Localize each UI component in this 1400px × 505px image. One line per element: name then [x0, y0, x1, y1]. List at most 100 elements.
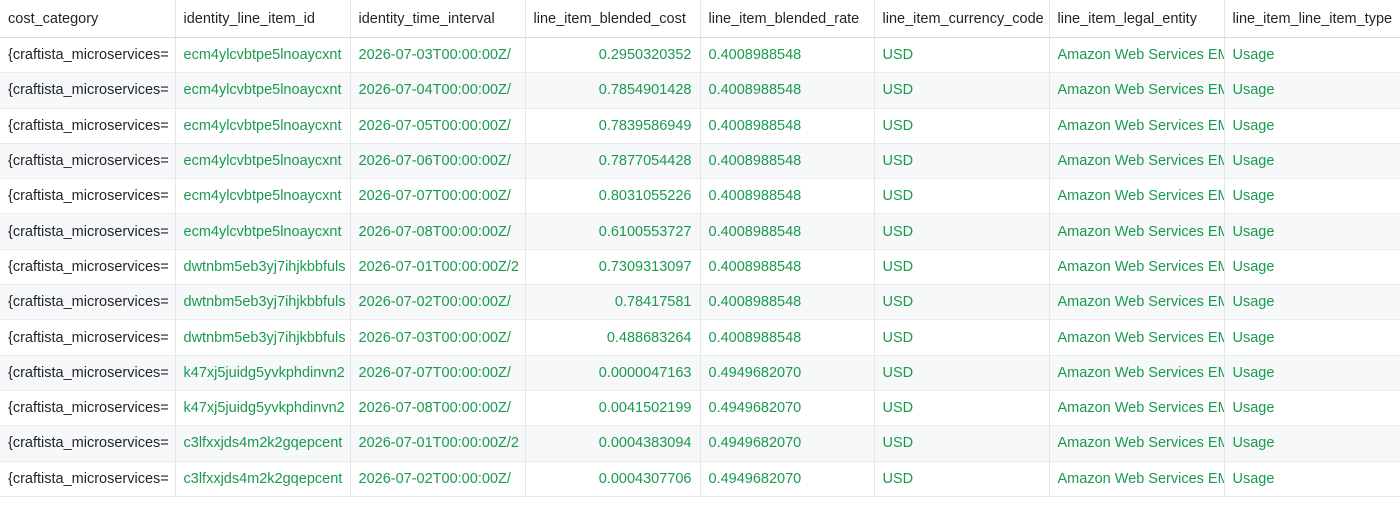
cell-legal-entity[interactable]: Amazon Web Services EM	[1049, 390, 1225, 427]
cell-line-item-type[interactable]: Usage	[1224, 213, 1400, 250]
cell-legal-entity[interactable]: Amazon Web Services EM	[1049, 461, 1225, 497]
cell-cost-category[interactable]: {craftista_microservices=	[0, 249, 176, 286]
table-row[interactable]: {craftista_microservices= ecm4ylcvbtpe5ln…	[0, 213, 1400, 250]
cell-time-interval[interactable]: 2026-07-01T00:00:00Z/2	[350, 425, 526, 462]
column-header-line-item-legal-entity[interactable]: line_item_legal_entity	[1049, 0, 1225, 38]
cell-legal-entity[interactable]: Amazon Web Services EM	[1049, 355, 1225, 391]
cell-cost-category[interactable]: {craftista_microservices=	[0, 355, 176, 391]
cell-cost-category[interactable]: {craftista_microservices=	[0, 37, 176, 74]
table-row[interactable]: {craftista_microservices= ecm4ylcvbtpe5ln…	[0, 37, 1400, 74]
column-header-line-item-currency-code[interactable]: line_item_currency_code	[874, 0, 1050, 38]
cell-line-item-id[interactable]: dwtnbm5eb3yj7ihjkbbfuls	[175, 284, 351, 321]
table-row[interactable]: {craftista_microservices= c3lfxxjds4m2k2g…	[0, 461, 1400, 497]
cell-cost-category[interactable]: {craftista_microservices=	[0, 108, 176, 144]
cell-legal-entity[interactable]: Amazon Web Services EM	[1049, 284, 1225, 321]
table-row[interactable]: {craftista_microservices= ecm4ylcvbtpe5ln…	[0, 178, 1400, 215]
table-row[interactable]: {craftista_microservices= ecm4ylcvbtpe5ln…	[0, 108, 1400, 144]
cell-line-item-id[interactable]: ecm4ylcvbtpe5lnoaycxnt	[175, 108, 351, 144]
cell-line-item-type[interactable]: Usage	[1224, 319, 1400, 356]
column-header-cost-category[interactable]: cost_category	[0, 0, 176, 38]
cell-currency-code[interactable]: USD	[874, 178, 1050, 215]
cell-cost-category[interactable]: {craftista_microservices=	[0, 284, 176, 321]
column-header-identity-line-item-id[interactable]: identity_line_item_id	[175, 0, 351, 38]
cell-blended-cost[interactable]: 0.0041502199	[525, 390, 701, 427]
cell-time-interval[interactable]: 2026-07-02T00:00:00Z/	[350, 284, 526, 321]
cell-time-interval[interactable]: 2026-07-07T00:00:00Z/	[350, 178, 526, 215]
cell-currency-code[interactable]: USD	[874, 213, 1050, 250]
cell-blended-cost[interactable]: 0.7839586949	[525, 108, 701, 144]
cell-time-interval[interactable]: 2026-07-04T00:00:00Z/	[350, 72, 526, 109]
cell-blended-cost[interactable]: 0.6100553727	[525, 213, 701, 250]
cell-time-interval[interactable]: 2026-07-05T00:00:00Z/	[350, 108, 526, 144]
cell-time-interval[interactable]: 2026-07-08T00:00:00Z/	[350, 390, 526, 427]
cell-blended-cost[interactable]: 0.7854901428	[525, 72, 701, 109]
cell-time-interval[interactable]: 2026-07-06T00:00:00Z/	[350, 143, 526, 180]
table-row[interactable]: {craftista_microservices= dwtnbm5eb3yj7ih…	[0, 249, 1400, 286]
cell-blended-rate[interactable]: 0.4008988548	[700, 249, 875, 286]
cell-line-item-id[interactable]: k47xj5juidg5yvkphdinvn2	[175, 390, 351, 427]
cell-line-item-type[interactable]: Usage	[1224, 461, 1400, 497]
cell-blended-rate[interactable]: 0.4008988548	[700, 319, 875, 356]
table-row[interactable]: {craftista_microservices= k47xj5juidg5yvk…	[0, 390, 1400, 427]
cell-line-item-type[interactable]: Usage	[1224, 284, 1400, 321]
cell-currency-code[interactable]: USD	[874, 108, 1050, 144]
column-header-line-item-blended-rate[interactable]: line_item_blended_rate	[700, 0, 875, 38]
column-header-identity-time-interval[interactable]: identity_time_interval	[350, 0, 526, 38]
cell-legal-entity[interactable]: Amazon Web Services EM	[1049, 72, 1225, 109]
cell-line-item-id[interactable]: c3lfxxjds4m2k2gqepcent	[175, 425, 351, 462]
cell-blended-rate[interactable]: 0.4949682070	[700, 355, 875, 391]
results-grid[interactable]: cost_category identity_line_item_id iden…	[0, 0, 1400, 505]
cell-line-item-type[interactable]: Usage	[1224, 355, 1400, 391]
cell-currency-code[interactable]: USD	[874, 319, 1050, 356]
cell-time-interval[interactable]: 2026-07-02T00:00:00Z/	[350, 461, 526, 497]
cell-blended-rate[interactable]: 0.4008988548	[700, 213, 875, 250]
cell-line-item-type[interactable]: Usage	[1224, 249, 1400, 286]
cell-line-item-type[interactable]: Usage	[1224, 72, 1400, 109]
cell-legal-entity[interactable]: Amazon Web Services EM	[1049, 319, 1225, 356]
cell-line-item-type[interactable]: Usage	[1224, 143, 1400, 180]
cell-line-item-type[interactable]: Usage	[1224, 425, 1400, 462]
cell-line-item-id[interactable]: ecm4ylcvbtpe5lnoaycxnt	[175, 213, 351, 250]
cell-time-interval[interactable]: 2026-07-08T00:00:00Z/	[350, 213, 526, 250]
cell-line-item-id[interactable]: k47xj5juidg5yvkphdinvn2	[175, 355, 351, 391]
cell-legal-entity[interactable]: Amazon Web Services EM	[1049, 178, 1225, 215]
table-row[interactable]: {craftista_microservices= ecm4ylcvbtpe5ln…	[0, 72, 1400, 109]
column-header-line-item-blended-cost[interactable]: line_item_blended_cost	[525, 0, 701, 38]
table-row[interactable]: {craftista_microservices= dwtnbm5eb3yj7ih…	[0, 284, 1400, 321]
cell-line-item-id[interactable]: ecm4ylcvbtpe5lnoaycxnt	[175, 72, 351, 109]
column-header-line-item-line-item-type[interactable]: line_item_line_item_type	[1224, 0, 1400, 38]
cell-blended-cost[interactable]: 0.8031055226	[525, 178, 701, 215]
cell-time-interval[interactable]: 2026-07-03T00:00:00Z/	[350, 319, 526, 356]
cell-blended-cost[interactable]: 0.488683264	[525, 319, 701, 356]
cell-currency-code[interactable]: USD	[874, 249, 1050, 286]
cell-line-item-type[interactable]: Usage	[1224, 390, 1400, 427]
cell-cost-category[interactable]: {craftista_microservices=	[0, 461, 176, 497]
cell-legal-entity[interactable]: Amazon Web Services EM	[1049, 425, 1225, 462]
cell-line-item-type[interactable]: Usage	[1224, 37, 1400, 74]
cell-time-interval[interactable]: 2026-07-01T00:00:00Z/2	[350, 249, 526, 286]
cell-legal-entity[interactable]: Amazon Web Services EM	[1049, 213, 1225, 250]
cell-cost-category[interactable]: {craftista_microservices=	[0, 390, 176, 427]
cell-currency-code[interactable]: USD	[874, 284, 1050, 321]
cell-cost-category[interactable]: {craftista_microservices=	[0, 425, 176, 462]
cell-blended-cost[interactable]: 0.7309313097	[525, 249, 701, 286]
cell-time-interval[interactable]: 2026-07-03T00:00:00Z/	[350, 37, 526, 74]
cell-blended-cost[interactable]: 0.78417581	[525, 284, 701, 321]
table-row[interactable]: {craftista_microservices= c3lfxxjds4m2k2g…	[0, 425, 1400, 462]
cell-blended-rate[interactable]: 0.4008988548	[700, 72, 875, 109]
cell-line-item-type[interactable]: Usage	[1224, 178, 1400, 215]
cell-line-item-id[interactable]: c3lfxxjds4m2k2gqepcent	[175, 461, 351, 497]
cell-blended-rate[interactable]: 0.4949682070	[700, 461, 875, 497]
cell-blended-rate[interactable]: 0.4008988548	[700, 143, 875, 180]
cell-line-item-id[interactable]: ecm4ylcvbtpe5lnoaycxnt	[175, 143, 351, 180]
cell-line-item-type[interactable]: Usage	[1224, 108, 1400, 144]
cell-cost-category[interactable]: {craftista_microservices=	[0, 178, 176, 215]
cell-currency-code[interactable]: USD	[874, 72, 1050, 109]
cell-legal-entity[interactable]: Amazon Web Services EM	[1049, 37, 1225, 74]
cell-blended-cost[interactable]: 0.0000047163	[525, 355, 701, 391]
table-row[interactable]: {craftista_microservices= dwtnbm5eb3yj7ih…	[0, 319, 1400, 356]
cell-currency-code[interactable]: USD	[874, 37, 1050, 74]
cell-time-interval[interactable]: 2026-07-07T00:00:00Z/	[350, 355, 526, 391]
cell-line-item-id[interactable]: dwtnbm5eb3yj7ihjkbbfuls	[175, 319, 351, 356]
cell-blended-rate[interactable]: 0.4949682070	[700, 390, 875, 427]
